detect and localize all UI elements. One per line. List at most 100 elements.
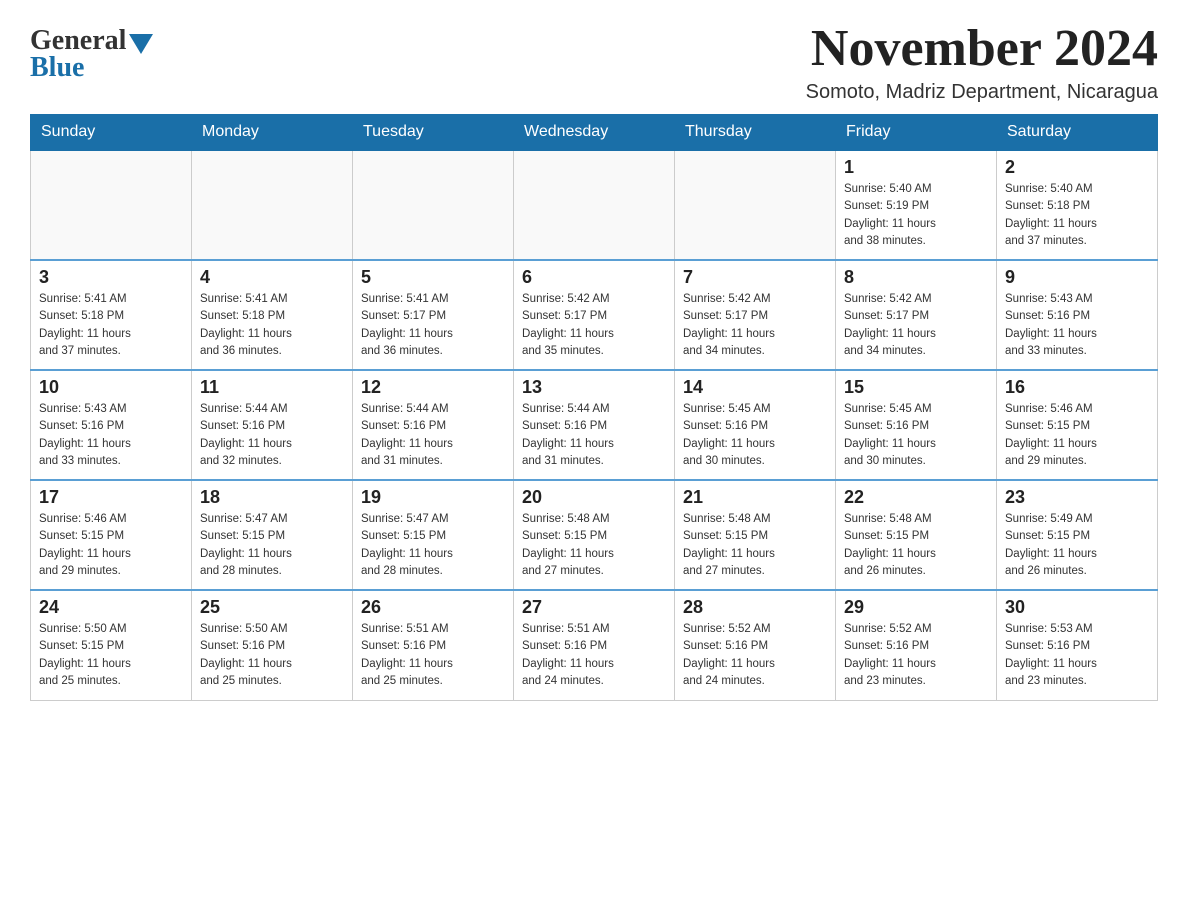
calendar-cell: 3 Sunrise: 5:41 AMSunset: 5:18 PMDaylight… — [31, 260, 192, 370]
day-number: 9 — [1005, 267, 1149, 288]
location-subtitle: Somoto, Madriz Department, Nicaragua — [806, 81, 1158, 104]
calendar-cell: 14 Sunrise: 5:45 AMSunset: 5:16 PMDayligh… — [675, 370, 836, 480]
day-info: Sunrise: 5:40 AMSunset: 5:19 PMDaylight:… — [844, 181, 988, 250]
day-number: 16 — [1005, 377, 1149, 398]
calendar-cell: 2Sunrise: 5:40 AMSunset: 5:18 PMDaylight… — [997, 150, 1158, 260]
calendar-cell: 19 Sunrise: 5:47 AMSunset: 5:15 PMDayligh… — [353, 480, 514, 590]
calendar-cell: 12 Sunrise: 5:44 AMSunset: 5:16 PMDayligh… — [353, 370, 514, 480]
calendar-cell: 6 Sunrise: 5:42 AMSunset: 5:17 PMDaylight… — [514, 260, 675, 370]
weekday-header-saturday: Saturday — [997, 115, 1158, 151]
calendar-cell: 21Sunrise: 5:48 AMSunset: 5:15 PMDayligh… — [675, 480, 836, 590]
day-number: 15 — [844, 377, 988, 398]
day-info: Sunrise: 5:52 AMSunset: 5:16 PMDaylight:… — [844, 621, 988, 690]
day-info: Sunrise: 5:53 AMSunset: 5:16 PMDaylight:… — [1005, 621, 1149, 690]
calendar-cell: 18Sunrise: 5:47 AMSunset: 5:15 PMDayligh… — [192, 480, 353, 590]
calendar-cell — [31, 150, 192, 260]
weekday-header-monday: Monday — [192, 115, 353, 151]
day-number: 10 — [39, 377, 183, 398]
logo-blue-text: Blue — [30, 52, 84, 84]
day-number: 29 — [844, 597, 988, 618]
day-number: 13 — [522, 377, 666, 398]
day-number: 27 — [522, 597, 666, 618]
day-number: 22 — [844, 487, 988, 508]
calendar-cell: 28 Sunrise: 5:52 AMSunset: 5:16 PMDayligh… — [675, 590, 836, 700]
day-info: Sunrise: 5:45 AMSunset: 5:16 PMDaylight:… — [683, 401, 827, 470]
day-info: Sunrise: 5:41 AMSunset: 5:17 PMDaylight:… — [361, 291, 505, 360]
day-info: Sunrise: 5:43 AMSunset: 5:16 PMDaylight:… — [1005, 291, 1149, 360]
calendar-cell: 11 Sunrise: 5:44 AMSunset: 5:16 PMDayligh… — [192, 370, 353, 480]
title-area: November 2024 Somoto, Madriz Department,… — [806, 20, 1158, 104]
day-info: Sunrise: 5:43 AMSunset: 5:16 PMDaylight:… — [39, 401, 183, 470]
calendar-cell: 26 Sunrise: 5:51 AMSunset: 5:16 PMDayligh… — [353, 590, 514, 700]
weekday-header-sunday: Sunday — [31, 115, 192, 151]
calendar-cell: 7 Sunrise: 5:42 AMSunset: 5:17 PMDaylight… — [675, 260, 836, 370]
day-info: Sunrise: 5:46 AMSunset: 5:15 PMDaylight:… — [39, 511, 183, 580]
day-info: Sunrise: 5:44 AMSunset: 5:16 PMDaylight:… — [361, 401, 505, 470]
calendar-cell: 25 Sunrise: 5:50 AMSunset: 5:16 PMDayligh… — [192, 590, 353, 700]
day-info: Sunrise: 5:41 AMSunset: 5:18 PMDaylight:… — [39, 291, 183, 360]
day-number: 1 — [844, 157, 988, 178]
weekday-header-wednesday: Wednesday — [514, 115, 675, 151]
day-number: 11 — [200, 377, 344, 398]
day-info: Sunrise: 5:47 AMSunset: 5:15 PMDaylight:… — [361, 511, 505, 580]
calendar-cell: 27Sunrise: 5:51 AMSunset: 5:16 PMDayligh… — [514, 590, 675, 700]
week-row-1: 1 Sunrise: 5:40 AMSunset: 5:19 PMDaylight… — [31, 150, 1158, 260]
day-number: 14 — [683, 377, 827, 398]
day-number: 18 — [200, 487, 344, 508]
calendar-cell: 15 Sunrise: 5:45 AMSunset: 5:16 PMDayligh… — [836, 370, 997, 480]
calendar-cell: 9 Sunrise: 5:43 AMSunset: 5:16 PMDaylight… — [997, 260, 1158, 370]
day-number: 19 — [361, 487, 505, 508]
day-number: 20 — [522, 487, 666, 508]
calendar-cell: 30 Sunrise: 5:53 AMSunset: 5:16 PMDayligh… — [997, 590, 1158, 700]
week-row-3: 10 Sunrise: 5:43 AMSunset: 5:16 PMDayligh… — [31, 370, 1158, 480]
calendar-cell — [675, 150, 836, 260]
calendar-cell: 23 Sunrise: 5:49 AMSunset: 5:15 PMDayligh… — [997, 480, 1158, 590]
day-info: Sunrise: 5:45 AMSunset: 5:16 PMDaylight:… — [844, 401, 988, 470]
weekday-header-friday: Friday — [836, 115, 997, 151]
day-number: 23 — [1005, 487, 1149, 508]
day-info: Sunrise: 5:46 AMSunset: 5:15 PMDaylight:… — [1005, 401, 1149, 470]
day-number: 4 — [200, 267, 344, 288]
calendar-cell: 4 Sunrise: 5:41 AMSunset: 5:18 PMDaylight… — [192, 260, 353, 370]
calendar-cell: 24Sunrise: 5:50 AMSunset: 5:15 PMDayligh… — [31, 590, 192, 700]
day-info: Sunrise: 5:42 AMSunset: 5:17 PMDaylight:… — [522, 291, 666, 360]
calendar-cell: 10 Sunrise: 5:43 AMSunset: 5:16 PMDayligh… — [31, 370, 192, 480]
day-info: Sunrise: 5:41 AMSunset: 5:18 PMDaylight:… — [200, 291, 344, 360]
day-info: Sunrise: 5:50 AMSunset: 5:16 PMDaylight:… — [200, 621, 344, 690]
day-info: Sunrise: 5:50 AMSunset: 5:15 PMDaylight:… — [39, 621, 183, 690]
calendar-cell: 1 Sunrise: 5:40 AMSunset: 5:19 PMDaylight… — [836, 150, 997, 260]
day-info: Sunrise: 5:48 AMSunset: 5:15 PMDaylight:… — [683, 511, 827, 580]
day-number: 6 — [522, 267, 666, 288]
calendar-cell: 22 Sunrise: 5:48 AMSunset: 5:15 PMDayligh… — [836, 480, 997, 590]
weekday-header-thursday: Thursday — [675, 115, 836, 151]
day-info: Sunrise: 5:48 AMSunset: 5:15 PMDaylight:… — [844, 511, 988, 580]
day-number: 12 — [361, 377, 505, 398]
day-number: 28 — [683, 597, 827, 618]
day-info: Sunrise: 5:42 AMSunset: 5:17 PMDaylight:… — [683, 291, 827, 360]
day-info: Sunrise: 5:42 AMSunset: 5:17 PMDaylight:… — [844, 291, 988, 360]
day-number: 5 — [361, 267, 505, 288]
day-info: Sunrise: 5:48 AMSunset: 5:15 PMDaylight:… — [522, 511, 666, 580]
weekday-header-row: SundayMondayTuesdayWednesdayThursdayFrid… — [31, 115, 1158, 151]
logo-triangle-icon — [129, 34, 153, 54]
week-row-2: 3 Sunrise: 5:41 AMSunset: 5:18 PMDaylight… — [31, 260, 1158, 370]
calendar-table: SundayMondayTuesdayWednesdayThursdayFrid… — [30, 114, 1158, 701]
day-info: Sunrise: 5:44 AMSunset: 5:16 PMDaylight:… — [200, 401, 344, 470]
logo: General Blue — [30, 20, 153, 84]
day-info: Sunrise: 5:51 AMSunset: 5:16 PMDaylight:… — [361, 621, 505, 690]
calendar-cell: 8 Sunrise: 5:42 AMSunset: 5:17 PMDaylight… — [836, 260, 997, 370]
day-number: 3 — [39, 267, 183, 288]
day-number: 26 — [361, 597, 505, 618]
day-number: 7 — [683, 267, 827, 288]
day-info: Sunrise: 5:49 AMSunset: 5:15 PMDaylight:… — [1005, 511, 1149, 580]
calendar-cell — [353, 150, 514, 260]
day-number: 30 — [1005, 597, 1149, 618]
day-number: 25 — [200, 597, 344, 618]
week-row-4: 17Sunrise: 5:46 AMSunset: 5:15 PMDayligh… — [31, 480, 1158, 590]
day-info: Sunrise: 5:52 AMSunset: 5:16 PMDaylight:… — [683, 621, 827, 690]
day-number: 8 — [844, 267, 988, 288]
calendar-cell — [192, 150, 353, 260]
calendar-cell: 17Sunrise: 5:46 AMSunset: 5:15 PMDayligh… — [31, 480, 192, 590]
calendar-cell: 16 Sunrise: 5:46 AMSunset: 5:15 PMDayligh… — [997, 370, 1158, 480]
calendar-cell: 20 Sunrise: 5:48 AMSunset: 5:15 PMDayligh… — [514, 480, 675, 590]
